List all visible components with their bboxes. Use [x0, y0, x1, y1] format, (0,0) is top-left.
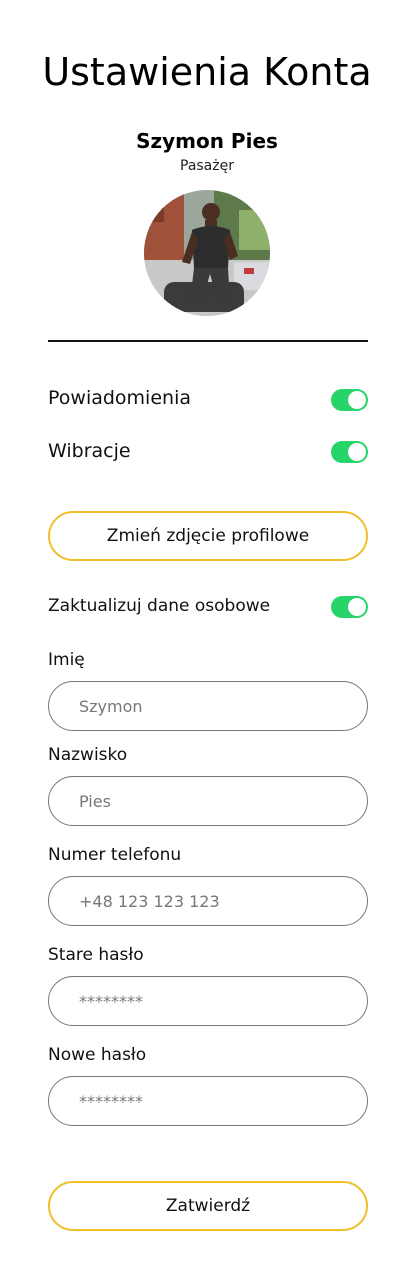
last-name-label: Nazwisko	[48, 745, 128, 765]
divider	[48, 340, 368, 342]
vibrations-label: Wibracje	[48, 440, 131, 462]
notifications-toggle[interactable]	[331, 389, 368, 411]
vibrations-toggle[interactable]	[331, 441, 368, 463]
notifications-label: Powiadomienia	[48, 387, 191, 409]
update-personal-data-label: Zaktualizuj dane osobowe	[48, 596, 271, 616]
new-password-label: Nowe hasło	[48, 1045, 147, 1065]
submit-button[interactable]: Zatwierdź	[48, 1181, 368, 1231]
toggle-knob	[348, 598, 366, 616]
phone-label: Numer telefonu	[48, 845, 182, 865]
old-password-label: Stare hasło	[48, 945, 144, 965]
account-settings-page: Ustawienia Konta Szymon Pies Pasażęr Pow…	[0, 0, 414, 1270]
new-password-field[interactable]: ********	[48, 1076, 368, 1126]
phone-value: +48 123 123 123	[79, 891, 220, 911]
old-password-field[interactable]: ********	[48, 976, 368, 1026]
first-name-label: Imię	[48, 650, 85, 670]
avatar	[144, 190, 270, 316]
last-name-value: Pies	[79, 791, 111, 811]
first-name-field[interactable]: Szymon	[48, 681, 368, 731]
first-name-value: Szymon	[79, 696, 143, 716]
phone-field[interactable]: +48 123 123 123	[48, 876, 368, 926]
user-role: Pasażęr	[180, 158, 234, 174]
user-name: Szymon Pies	[136, 129, 278, 153]
change-photo-button[interactable]: Zmień zdjęcie profilowe	[48, 511, 368, 561]
toggle-knob	[348, 391, 366, 409]
toggle-knob	[348, 443, 366, 461]
old-password-value: ********	[79, 991, 143, 1011]
page-title: Ustawienia Konta	[42, 50, 372, 94]
avatar-photo	[144, 190, 270, 316]
update-personal-data-toggle[interactable]	[331, 596, 368, 618]
new-password-value: ********	[79, 1091, 143, 1111]
last-name-field[interactable]: Pies	[48, 776, 368, 826]
